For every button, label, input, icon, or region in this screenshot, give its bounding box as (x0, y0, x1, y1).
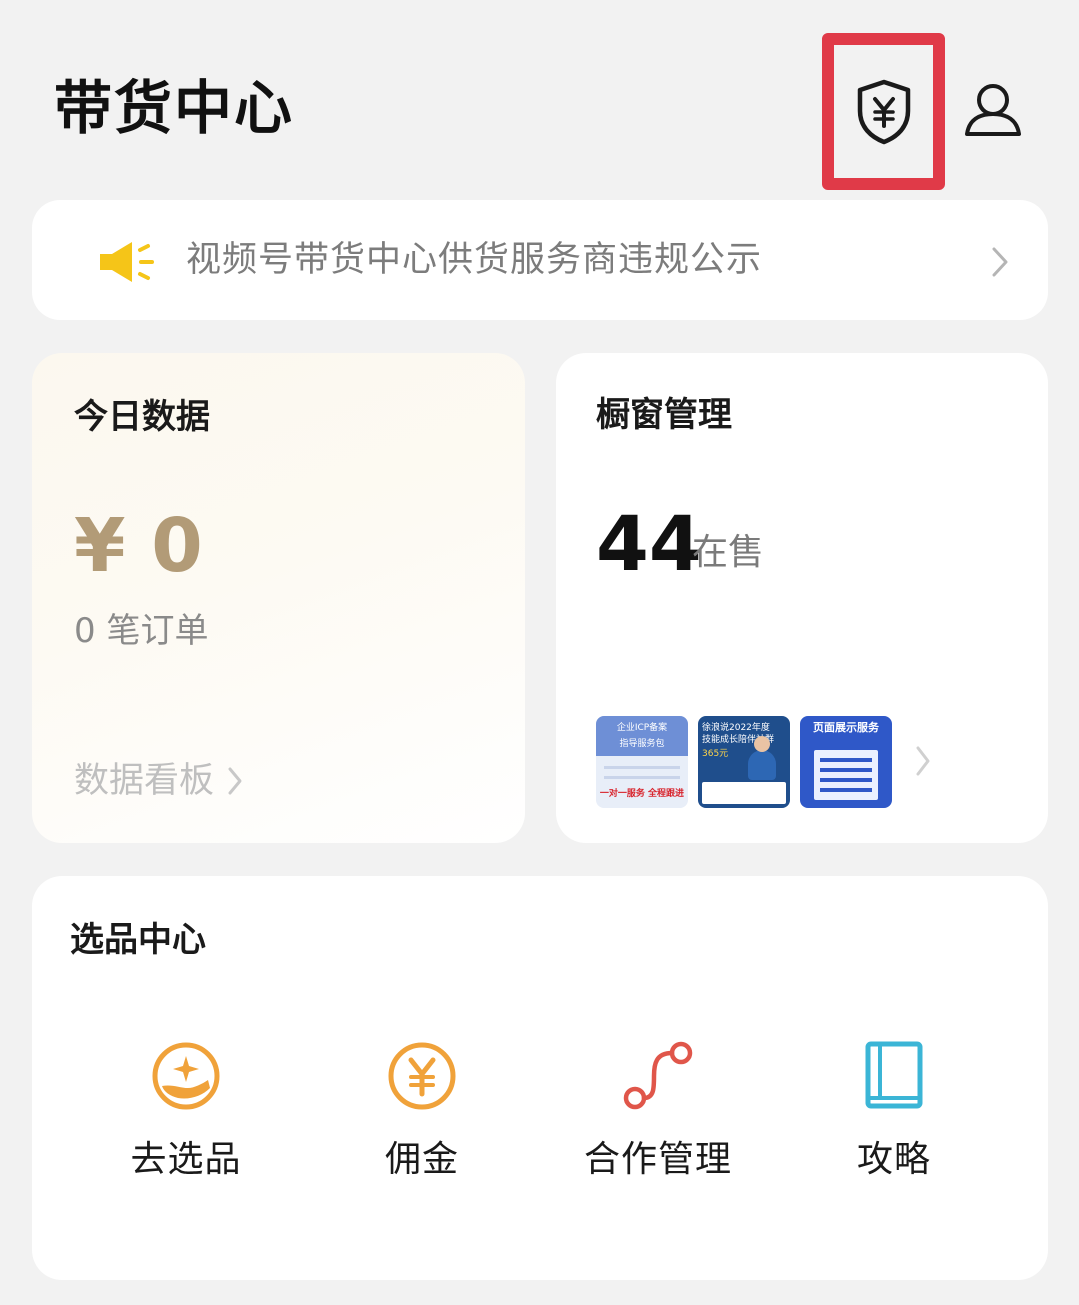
shield-yen-icon (857, 79, 910, 144)
thumbnail-text: 徐浪说2022年度 (702, 723, 770, 733)
page-title: 带货中心 (54, 74, 295, 142)
go-select-label: 去选品 (130, 1139, 242, 1180)
thumbnail-text: 指导服务包 (619, 739, 665, 749)
thumbnail-text: 技能成长陪伴社群 (702, 735, 775, 745)
cooperation-management-label: 合作管理 (583, 1139, 732, 1180)
product-thumbnail[interactable]: 企业ICP备案 指导服务包 一对一服务 全程跟进 (596, 716, 688, 808)
thumbnail-text: 企业ICP备案 (616, 723, 668, 733)
select-center-card: 选品中心 去选品 佣金 合作管理 攻略 (32, 876, 1048, 1280)
go-select-button[interactable]: 去选品 (66, 1036, 306, 1196)
dashboard-link-label: 数据看板 (74, 761, 215, 801)
chevron-right-icon (228, 767, 242, 795)
today-amount: ¥ 0 (74, 503, 203, 589)
yen-circle-icon (382, 1036, 462, 1116)
notice-text: 视频号带货中心供货服务商违规公示 (186, 240, 763, 280)
commission-button[interactable]: 佣金 (302, 1036, 542, 1196)
today-data-title: 今日数据 (74, 397, 210, 437)
on-sale-count: 44 (596, 499, 702, 588)
thumbnail-text: 365元 (702, 749, 729, 759)
user-icon (965, 84, 1021, 136)
guide-button[interactable]: 攻略 (774, 1036, 1014, 1196)
hand-star-icon (146, 1036, 226, 1116)
window-management-card[interactable]: 橱窗管理 44 在售 企业ICP备案 指导服务包 一对一服务 全程跟进 徐浪说2… (556, 353, 1048, 843)
shield-button[interactable] (822, 33, 945, 190)
chevron-right-icon (992, 247, 1008, 277)
window-management-title: 橱窗管理 (596, 395, 732, 435)
cooperation-management-button[interactable]: 合作管理 (538, 1036, 778, 1196)
product-thumbnail[interactable]: 徐浪说2022年度 技能成长陪伴社群 365元 (698, 716, 790, 808)
commission-label: 佣金 (384, 1139, 459, 1180)
product-thumbnail[interactable]: 页面展示服务 (800, 716, 892, 808)
guide-label: 攻略 (856, 1139, 931, 1180)
select-center-tools: 去选品 佣金 合作管理 攻略 (32, 1036, 1048, 1196)
thumbnail-text: 一对一服务 全程跟进 (599, 789, 685, 799)
user-button[interactable] (958, 78, 1028, 142)
select-center-title: 选品中心 (70, 920, 206, 960)
today-orders: 0 笔订单 (74, 611, 209, 651)
on-sale-label: 在售 (692, 532, 765, 573)
product-thumbnails: 企业ICP备案 指导服务包 一对一服务 全程跟进 徐浪说2022年度 技能成长陪… (596, 716, 892, 808)
today-data-card[interactable]: 今日数据 ¥ 0 0 笔订单 数据看板 (32, 353, 525, 843)
book-icon (854, 1036, 934, 1116)
thumbnail-text: 页面展示服务 (813, 721, 879, 734)
page: 带货中心 视频号带货中心供货服务商违规公示 今日数据 ¥ 0 0 笔订单 数据看… (0, 0, 1079, 1305)
dashboard-link[interactable]: 数据看板 (74, 757, 244, 805)
megaphone-icon (100, 242, 154, 282)
chevron-right-icon[interactable] (914, 745, 932, 777)
violation-notice-bar[interactable]: 视频号带货中心供货服务商违规公示 (32, 200, 1048, 320)
path-nodes-icon (618, 1036, 698, 1116)
